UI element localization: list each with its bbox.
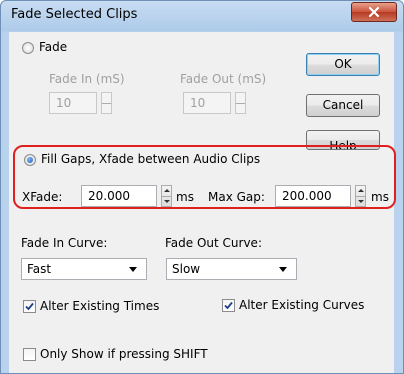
title-bar[interactable]: Fade Selected Clips (1, 1, 403, 31)
fade-radio-label: Fade (39, 40, 68, 54)
checkmark-icon (25, 302, 34, 311)
fade-radio[interactable] (22, 42, 34, 54)
window-title: Fade Selected Clips (11, 7, 138, 22)
only-shift-checkbox[interactable] (23, 348, 36, 361)
fade-in-spinner[interactable] (101, 92, 112, 114)
fade-in-curve-select[interactable]: Fast (21, 258, 147, 280)
max-gap-unit: ms (371, 190, 389, 204)
ok-button[interactable]: OK (306, 53, 380, 76)
chevron-down-icon (129, 267, 137, 272)
chevron-down-icon (279, 267, 287, 272)
max-gap-spinner[interactable] (355, 185, 366, 207)
dialog-window: Fade Selected Clips Fade Fade In (mS) 10… (0, 0, 404, 374)
fade-in-field[interactable]: 10 (49, 92, 97, 114)
close-button[interactable] (351, 2, 397, 22)
checkmark-icon (224, 301, 233, 310)
fill-gaps-label: Fill Gaps, Xfade between Audio Clips (41, 152, 261, 166)
xfade-label: XFade: (22, 190, 63, 204)
alter-curves-label: Alter Existing Curves (239, 298, 365, 312)
fade-out-curve-value: Slow (172, 262, 201, 276)
dialog-body: Fade Fade In (mS) 10 Fade Out (mS) 10 OK… (9, 32, 396, 373)
close-x-icon (368, 6, 380, 18)
fade-out-spinner[interactable] (235, 92, 246, 114)
fill-gaps-radio[interactable] (24, 154, 36, 166)
fade-out-curve-select[interactable]: Slow (166, 258, 297, 280)
max-gap-label: Max Gap: (208, 190, 265, 204)
fade-out-curve-label: Fade Out Curve: (165, 236, 262, 250)
alter-times-label: Alter Existing Times (40, 299, 160, 313)
max-gap-field[interactable]: 200.000 (275, 185, 351, 207)
xfade-unit: ms (176, 190, 194, 204)
fade-out-field[interactable]: 10 (183, 92, 231, 114)
fade-in-label: Fade In (mS) (49, 72, 125, 86)
fade-in-curve-label: Fade In Curve: (21, 236, 108, 250)
fade-out-label: Fade Out (mS) (180, 72, 267, 86)
alter-curves-checkbox[interactable] (222, 299, 235, 312)
fade-in-curve-value: Fast (27, 262, 52, 276)
only-shift-label: Only Show if pressing SHIFT (40, 347, 208, 361)
xfade-field[interactable]: 20.000 (81, 185, 157, 207)
xfade-spinner[interactable] (161, 185, 172, 207)
cancel-button[interactable]: Cancel (306, 94, 380, 117)
alter-times-checkbox[interactable] (23, 300, 36, 313)
